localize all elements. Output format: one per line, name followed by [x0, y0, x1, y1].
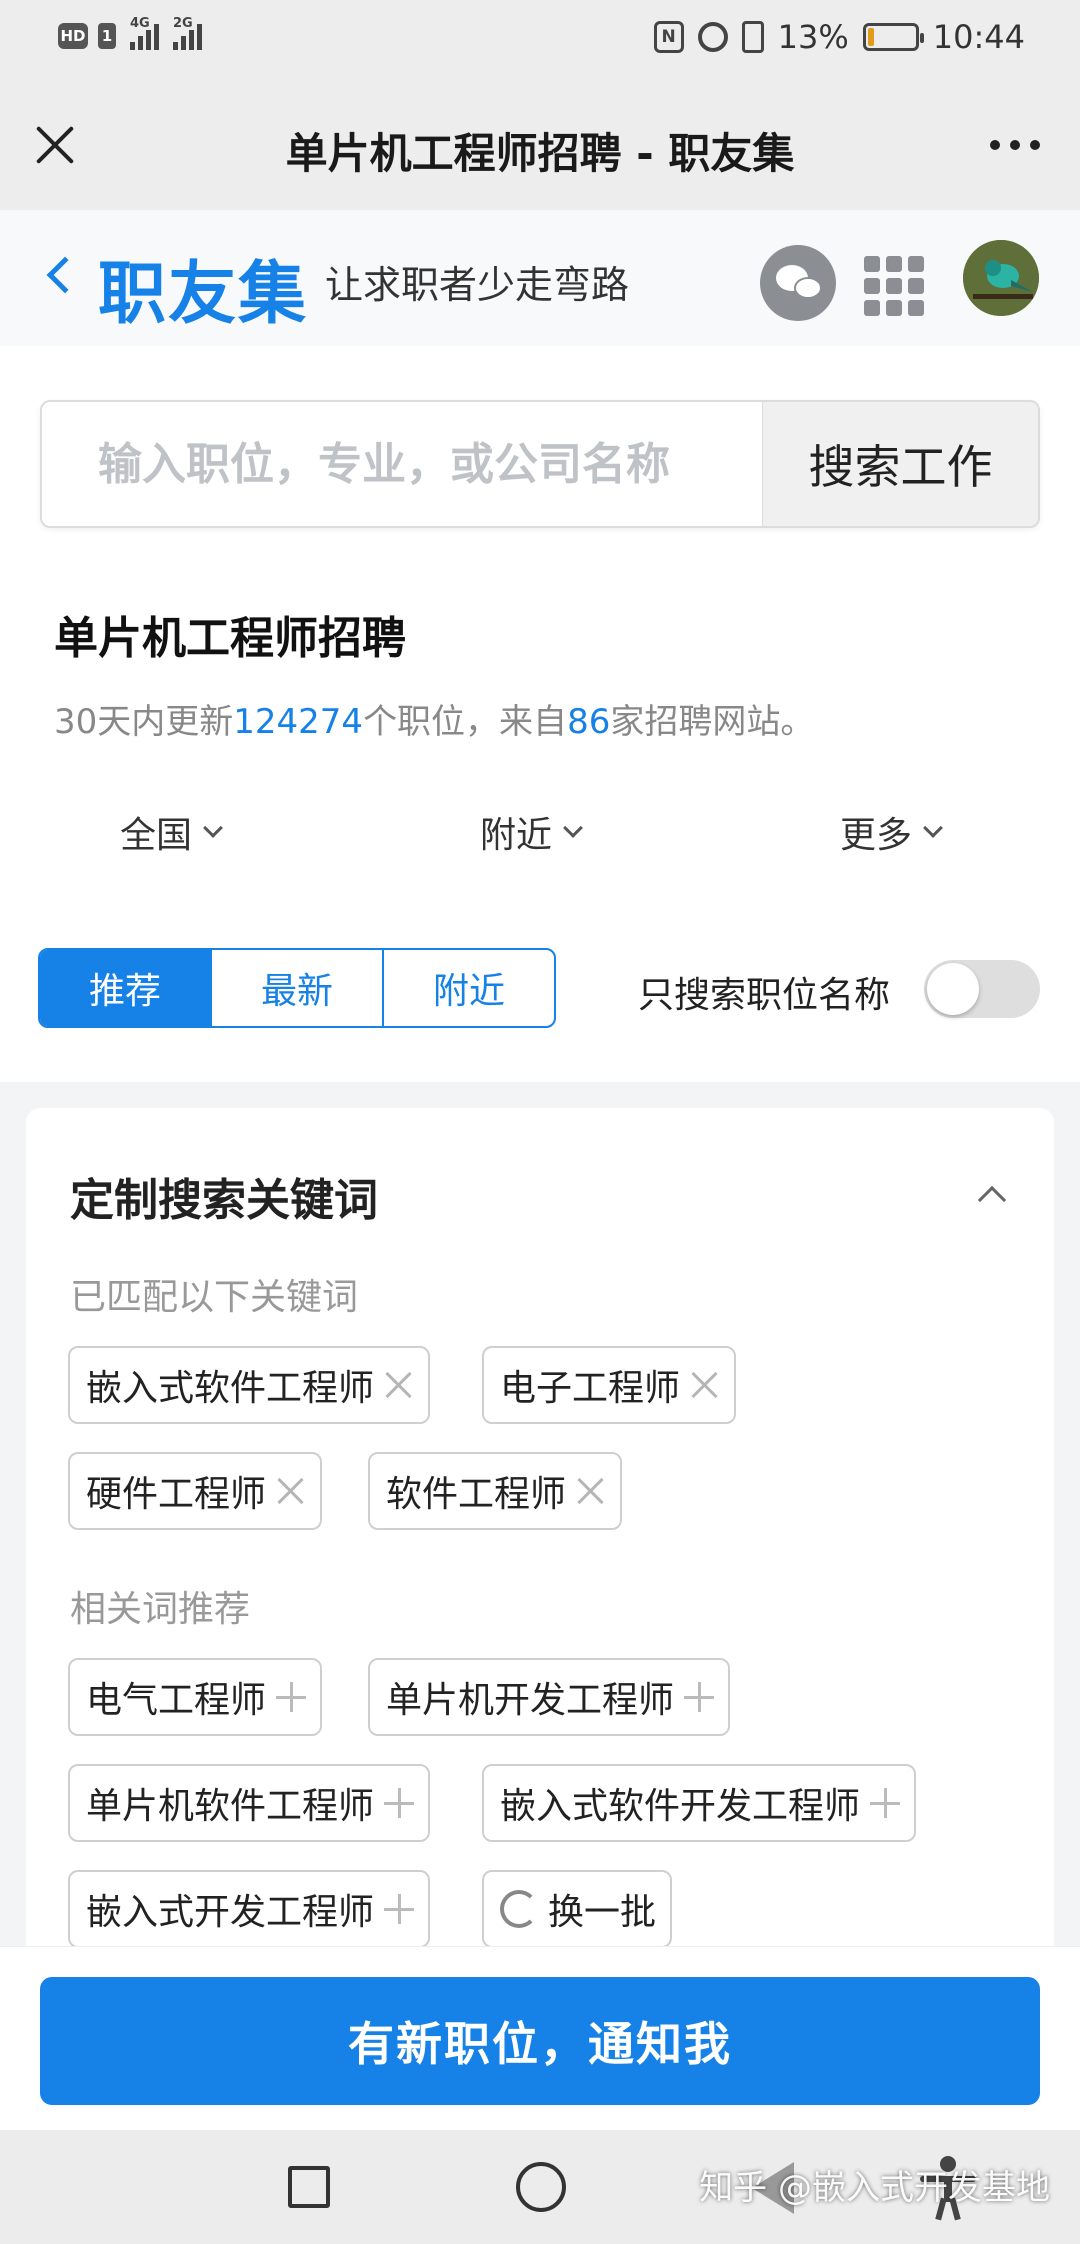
- vibrate-icon: [741, 21, 764, 53]
- job-stats: 30天内更新124274个职位，来自86家招聘网站。: [54, 694, 814, 743]
- add-icon: [870, 1788, 901, 1818]
- page-title: 单片机工程师招聘: [54, 613, 406, 664]
- keyword-label: 嵌入式软件工程师: [86, 1368, 375, 1409]
- remove-icon[interactable]: [276, 1476, 306, 1506]
- filter-more[interactable]: 更多: [840, 806, 943, 858]
- toggle-knob: [927, 963, 979, 1015]
- matched-keyword-chip: 硬件工程师: [68, 1452, 323, 1530]
- tab-nearby[interactable]: 附近: [384, 950, 554, 1026]
- recent-apps-icon[interactable]: [288, 2166, 330, 2208]
- related-label: 相关词推荐: [70, 1589, 251, 1630]
- keyword-card-title: 定制搜索关键词: [70, 1175, 378, 1226]
- refresh-icon: [500, 1890, 538, 1928]
- signal-icon: 4G: [130, 16, 159, 50]
- matched-label: 已匹配以下关键词: [70, 1277, 359, 1318]
- clock: 10:44: [932, 18, 1025, 56]
- remove-icon[interactable]: [690, 1370, 720, 1400]
- notify-me-button[interactable]: 有新职位，通知我: [40, 1977, 1040, 2105]
- status-bar: HD 1 4G 2G N 13% 10:44: [0, 0, 1080, 82]
- main-content: 搜索工作 单片机工程师招聘 30天内更新124274个职位，来自86家招聘网站。…: [0, 346, 1080, 1082]
- stats-suffix: 家招聘网站。: [610, 702, 815, 742]
- status-left: HD 1 4G 2G: [58, 16, 202, 50]
- matched-keyword-chip: 软件工程师: [368, 1452, 623, 1530]
- home-icon[interactable]: [516, 2162, 566, 2212]
- remove-icon[interactable]: [384, 1370, 414, 1400]
- keyword-label: 硬件工程师: [86, 1474, 267, 1515]
- chevron-down-icon: [203, 818, 223, 838]
- site-slogan: 让求职者少走弯路: [325, 263, 630, 307]
- search-input[interactable]: [42, 402, 762, 526]
- tab-latest[interactable]: 最新: [212, 950, 384, 1026]
- battery-icon: [862, 23, 924, 51]
- keyword-label: 单片机开发工程师: [386, 1680, 675, 1721]
- title-only-toggle[interactable]: [924, 960, 1040, 1018]
- sort-tabs: 推荐 最新 附近: [38, 948, 556, 1028]
- job-count: 124274: [233, 702, 364, 742]
- page-window-title: 单片机工程师招聘 - 职友集: [285, 129, 795, 178]
- apps-grid-icon[interactable]: [864, 256, 924, 316]
- keyword-label: 电气工程师: [86, 1680, 267, 1721]
- filter-nearby[interactable]: 附近: [480, 806, 583, 858]
- stats-prefix: 30天内更新: [54, 702, 234, 742]
- search-box: 搜索工作: [40, 400, 1040, 528]
- related-keyword-chip[interactable]: 单片机软件工程师: [68, 1764, 431, 1842]
- status-right: N 13% 10:44: [653, 18, 1025, 56]
- wechat-icon[interactable]: [760, 245, 836, 321]
- signal-icon: 2G: [173, 16, 202, 50]
- search-button[interactable]: 搜索工作: [762, 402, 1038, 526]
- keyword-label: 嵌入式开发工程师: [86, 1892, 375, 1933]
- filter-more-label: 更多: [840, 815, 913, 856]
- keyword-label: 软件工程师: [386, 1474, 567, 1515]
- title-only-toggle-label: 只搜索职位名称: [638, 975, 891, 1016]
- keyword-label: 嵌入式软件开发工程师: [500, 1786, 861, 1827]
- hd-badge: HD: [58, 23, 88, 49]
- related-keyword-chip[interactable]: 电气工程师: [68, 1658, 323, 1736]
- keyword-label: 电子工程师: [500, 1368, 681, 1409]
- remove-icon[interactable]: [576, 1476, 606, 1506]
- chevron-up-icon[interactable]: [977, 1185, 1007, 1215]
- matched-keyword-chip: 电子工程师: [482, 1346, 737, 1424]
- filter-bar: 全国 附近 更多: [0, 806, 1080, 866]
- related-keyword-chip[interactable]: 单片机开发工程师: [368, 1658, 731, 1736]
- stats-middle: 个职位，来自: [363, 702, 568, 742]
- related-keyword-chip[interactable]: 嵌入式开发工程师: [68, 1870, 431, 1948]
- watermark: 知乎 @嵌入式开发基地: [699, 2168, 1050, 2208]
- network-type-2: 2G: [173, 16, 193, 31]
- title-bar: 单片机工程师招聘 - 职友集: [0, 82, 1080, 210]
- tab-recommend[interactable]: 推荐: [40, 950, 212, 1026]
- add-icon: [384, 1894, 415, 1924]
- add-icon: [276, 1682, 307, 1712]
- refresh-label: 换一批: [548, 1892, 657, 1933]
- more-options-icon[interactable]: [990, 140, 1040, 150]
- site-header: 职友集 让求职者少走弯路: [0, 210, 1080, 346]
- notify-bar: 有新职位，通知我: [0, 1946, 1080, 2130]
- keyword-card: 定制搜索关键词 已匹配以下关键词 嵌入式软件工程师 电子工程师 硬件工程师 软件…: [26, 1108, 1054, 2008]
- nfc-icon: N: [653, 21, 684, 53]
- close-icon[interactable]: [34, 124, 76, 166]
- alarm-icon: [697, 22, 728, 52]
- keyword-label: 单片机软件工程师: [86, 1786, 375, 1827]
- network-type-1: 4G: [130, 16, 150, 31]
- matched-keyword-chip: 嵌入式软件工程师: [68, 1346, 431, 1424]
- refresh-keywords-button[interactable]: 换一批: [482, 1870, 673, 1948]
- related-keyword-chip[interactable]: 嵌入式软件开发工程师: [482, 1764, 917, 1842]
- chevron-down-icon: [563, 818, 583, 838]
- battery-fill: [867, 28, 874, 46]
- sim-badge: 1: [98, 23, 116, 49]
- site-logo[interactable]: 职友集: [98, 238, 308, 337]
- chevron-down-icon: [923, 818, 943, 838]
- filter-region[interactable]: 全国: [120, 806, 223, 858]
- avatar[interactable]: [963, 240, 1039, 316]
- add-icon: [684, 1682, 715, 1712]
- battery-percent: 13%: [777, 18, 849, 56]
- system-nav-bar: 知乎 @嵌入式开发基地: [0, 2130, 1080, 2244]
- filter-region-label: 全国: [120, 815, 193, 856]
- add-icon: [384, 1788, 415, 1818]
- back-chevron-icon[interactable]: [46, 256, 84, 294]
- filter-nearby-label: 附近: [480, 815, 553, 856]
- site-count: 86: [567, 702, 611, 742]
